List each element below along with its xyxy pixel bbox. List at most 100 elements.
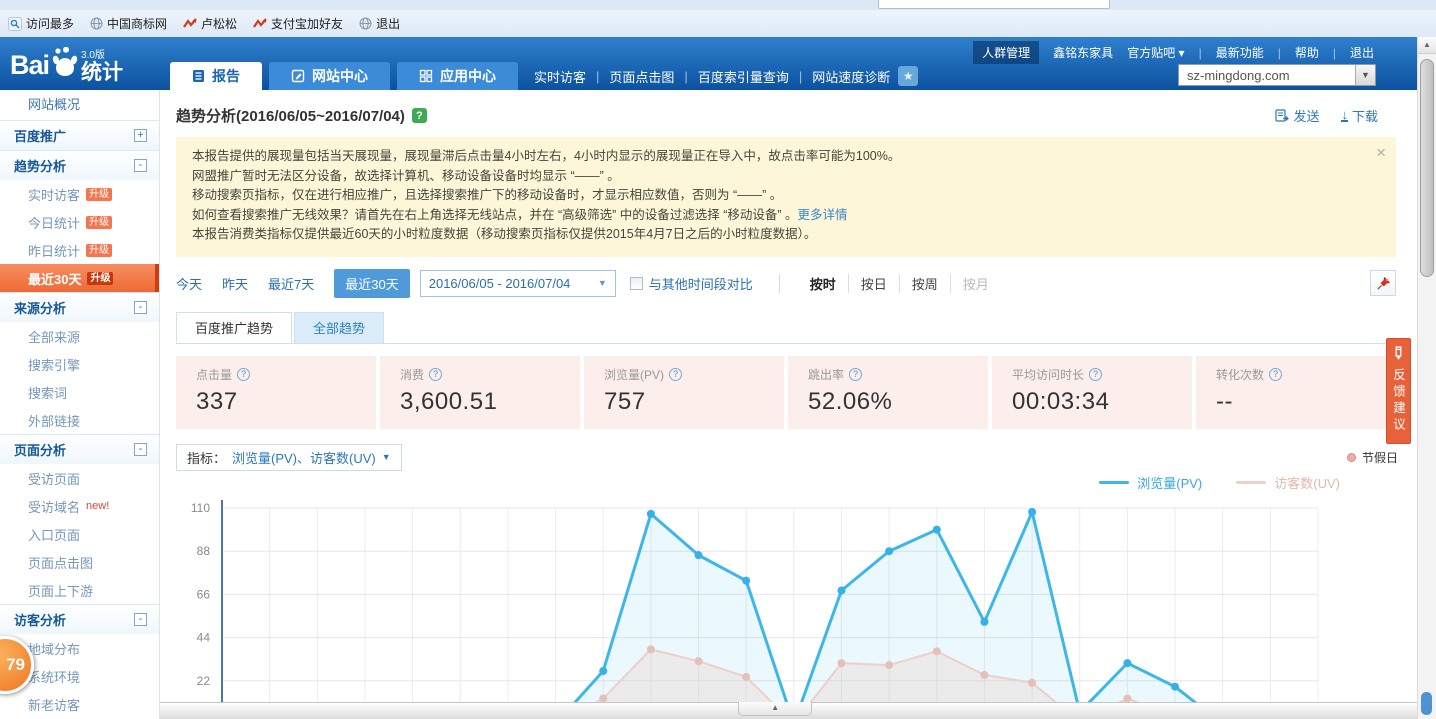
- more-details-link[interactable]: 更多详情: [798, 208, 848, 222]
- quicklink-speed-diagnosis[interactable]: 网站速度诊断: [812, 67, 890, 86]
- site-selector[interactable]: sz-mingdong.com ▼: [1178, 64, 1376, 86]
- help-icon[interactable]: [237, 368, 250, 381]
- bookmark-most-visited[interactable]: 访问最多: [8, 15, 74, 32]
- data-point[interactable]: [885, 661, 893, 669]
- help-icon[interactable]: [669, 368, 682, 381]
- date-yesterday[interactable]: 昨天: [222, 274, 248, 293]
- data-point[interactable]: [885, 547, 893, 555]
- sidebar-item-entry-pages[interactable]: 入口页面: [0, 520, 159, 548]
- help-icon[interactable]: [1089, 368, 1102, 381]
- dropdown-arrow-icon[interactable]: ▼: [1355, 65, 1375, 85]
- bookmark-lusongsong[interactable]: 卢松松: [183, 15, 237, 32]
- granularity-week[interactable]: 按周: [899, 274, 950, 293]
- sidebar-item-visited-domains[interactable]: 受访域名 new!: [0, 492, 159, 520]
- data-point[interactable]: [1028, 507, 1036, 515]
- date-today[interactable]: 今天: [176, 274, 202, 293]
- data-point[interactable]: [933, 647, 941, 655]
- feedback-button[interactable]: 反馈建议: [1386, 338, 1411, 444]
- expand-icon[interactable]: +: [134, 129, 147, 142]
- pin-button[interactable]: [1370, 270, 1396, 296]
- nav-audience-management[interactable]: 人群管理: [973, 41, 1039, 64]
- data-point[interactable]: [980, 670, 988, 678]
- bookmark-logout[interactable]: 退出: [359, 15, 400, 32]
- help-icon[interactable]: [849, 368, 862, 381]
- data-point[interactable]: [599, 694, 607, 702]
- scrollbar-thumb[interactable]: [1420, 59, 1434, 277]
- sidebar-item-last-30-days[interactable]: 最近30天 升级: [0, 264, 159, 292]
- sidebar-item-search-engines[interactable]: 搜索引擎: [0, 350, 159, 378]
- nav-help[interactable]: 帮助: [1295, 44, 1319, 61]
- date-last30[interactable]: 最近30天: [334, 269, 409, 298]
- sidebar-item-page-clickmap[interactable]: 页面点击图: [0, 548, 159, 576]
- sidebar-section-trend-analysis[interactable]: 趋势分析 -: [0, 150, 159, 180]
- data-point[interactable]: [599, 666, 607, 674]
- sidebar-item-site-overview[interactable]: 网站概况: [0, 90, 159, 120]
- bookmark-alipay-friend[interactable]: 支付宝加好友: [253, 15, 343, 32]
- sidebar-item-search-terms[interactable]: 搜索词: [0, 378, 159, 406]
- quicklink-realtime-visitors[interactable]: 实时访客: [534, 67, 586, 86]
- compare-checkbox[interactable]: [630, 277, 643, 290]
- compare-toggle[interactable]: 与其他时间段对比: [630, 274, 753, 293]
- data-point[interactable]: [742, 576, 750, 584]
- sidebar-item-visited-pages[interactable]: 受访页面: [0, 464, 159, 492]
- nav-site-name[interactable]: 鑫铭东家具: [1053, 44, 1113, 61]
- quicklink-page-clickmap[interactable]: 页面点击图: [609, 67, 674, 86]
- data-point[interactable]: [1028, 678, 1036, 686]
- collapse-icon[interactable]: -: [134, 443, 147, 456]
- nav-newest-features[interactable]: 最新功能: [1216, 44, 1264, 61]
- metric-selector[interactable]: 指标： 浏览量(PV)、访客数(UV) ▼: [176, 444, 402, 471]
- sidebar-item-external-links[interactable]: 外部链接: [0, 406, 159, 434]
- granularity-day[interactable]: 按日: [848, 274, 899, 293]
- nav-logout[interactable]: 退出: [1350, 44, 1374, 61]
- tab-baidu-promotion-trend[interactable]: 百度推广趋势: [176, 312, 292, 343]
- sidebar-item-realtime-visitors[interactable]: 实时访客 升级: [0, 180, 159, 208]
- legend-uv[interactable]: 访客数(UV): [1236, 473, 1340, 492]
- granularity-month[interactable]: 按月: [950, 274, 1001, 293]
- collapse-icon[interactable]: -: [134, 301, 147, 314]
- sidebar-item-today-stats[interactable]: 今日统计 升级: [0, 208, 159, 236]
- data-point[interactable]: [647, 509, 655, 517]
- help-icon[interactable]: [1269, 368, 1282, 381]
- nav-tieba[interactable]: 官方贴吧 ▾: [1127, 44, 1184, 61]
- sidebar-section-baidu-promotion[interactable]: 百度推广 +: [0, 120, 159, 150]
- data-point[interactable]: [837, 586, 845, 594]
- sidebar-section-source-analysis[interactable]: 来源分析 -: [0, 292, 159, 322]
- collapse-icon[interactable]: -: [134, 159, 147, 172]
- data-point[interactable]: [1123, 659, 1131, 667]
- collapse-handle[interactable]: ▲: [738, 702, 812, 716]
- date-last7[interactable]: 最近7天: [268, 274, 314, 293]
- help-icon[interactable]: ?: [412, 108, 427, 123]
- browser-address-bar[interactable]: [878, 0, 1110, 9]
- sidebar-section-page-analysis[interactable]: 页面分析 -: [0, 434, 159, 464]
- sidebar-item-new-returning-visitors[interactable]: 新老访客: [0, 690, 159, 718]
- bookmark-trademark-site[interactable]: 中国商标网: [90, 15, 167, 32]
- legend-pv[interactable]: 浏览量(PV): [1099, 473, 1202, 492]
- sidebar-item-page-flow[interactable]: 页面上下游: [0, 576, 159, 604]
- data-point[interactable]: [742, 672, 750, 680]
- download-button[interactable]: ↓ 下载: [1341, 106, 1378, 125]
- scrollbar-up-icon[interactable]: ▲: [1418, 37, 1436, 54]
- tab-app-center[interactable]: 应用中心: [397, 62, 518, 90]
- tab-report[interactable]: 报告: [170, 62, 262, 90]
- data-point[interactable]: [695, 657, 703, 665]
- tab-all-trend[interactable]: 全部趋势: [294, 312, 384, 343]
- date-range-picker[interactable]: 2016/06/05 - 2016/07/04 ▼: [420, 270, 616, 297]
- quicklink-index-query[interactable]: 百度索引量查询: [698, 67, 789, 86]
- data-point[interactable]: [1171, 682, 1179, 690]
- send-button[interactable]: 发送: [1275, 106, 1319, 125]
- star-icon[interactable]: ★: [898, 66, 918, 86]
- help-icon[interactable]: [429, 368, 442, 381]
- sidebar-item-all-sources[interactable]: 全部来源: [0, 322, 159, 350]
- data-point[interactable]: [980, 617, 988, 625]
- sidebar-item-yesterday-stats[interactable]: 昨日统计 升级: [0, 236, 159, 264]
- close-icon[interactable]: ×: [1376, 143, 1386, 163]
- data-point[interactable]: [837, 659, 845, 667]
- data-point[interactable]: [1123, 694, 1131, 702]
- sidebar-section-visitor-analysis[interactable]: 访客分析 -: [0, 604, 159, 634]
- inner-scrollbar-thumb[interactable]: [1421, 692, 1432, 715]
- granularity-hour[interactable]: 按时: [798, 274, 848, 293]
- baidu-tongji-logo[interactable]: Bai 3.0版 统计: [10, 41, 123, 85]
- tab-site-center[interactable]: 网站中心: [269, 62, 390, 90]
- data-point[interactable]: [933, 525, 941, 533]
- collapse-icon[interactable]: -: [134, 613, 147, 626]
